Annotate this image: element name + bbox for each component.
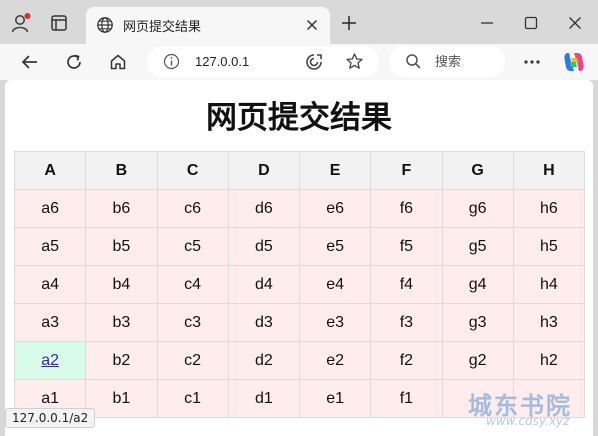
table-cell: e5 xyxy=(298,227,372,266)
table-row: a4 b4 c4 d4 e4 f4 g4 h4 xyxy=(13,265,586,304)
new-tab-icon[interactable] xyxy=(340,14,358,32)
table-cell: f3 xyxy=(370,303,443,342)
search-icon xyxy=(405,53,422,70)
table-cell: f6 xyxy=(370,189,443,228)
table-cell: g4 xyxy=(441,265,514,304)
reload-icon[interactable] xyxy=(64,52,84,72)
table-cell xyxy=(441,379,514,418)
search-input[interactable] xyxy=(435,52,495,72)
table-row: a2 b2 c2 d2 e2 f2 g2 h2 xyxy=(13,341,586,380)
table-cell: g3 xyxy=(441,303,514,342)
table-cell: e1 xyxy=(298,379,372,418)
table-cell: c4 xyxy=(156,265,229,304)
column-header: B xyxy=(85,151,158,190)
table-cell: c6 xyxy=(156,189,229,228)
table-cell: h2 xyxy=(512,341,586,380)
copilot-icon[interactable] xyxy=(562,50,586,74)
globe-icon xyxy=(96,16,114,34)
address-bar[interactable]: 127.0.0.1 xyxy=(147,46,379,77)
table-cell: d2 xyxy=(227,341,301,380)
table-row: a3 b3 c3 d3 e3 f3 g3 h3 xyxy=(13,303,586,342)
table-cell: a2 xyxy=(13,341,87,380)
column-header: C xyxy=(156,151,229,190)
table-cell: c3 xyxy=(156,303,229,342)
table-cell: d6 xyxy=(227,189,301,228)
table-row: a1 b1 c1 d1 e1 f1 xyxy=(13,379,586,418)
table-cell: g5 xyxy=(441,227,514,266)
tab-actions-icon[interactable] xyxy=(50,14,68,32)
table-cell: a4 xyxy=(13,265,87,304)
table-cell: c2 xyxy=(156,341,229,380)
status-bar: 127.0.0.1/a2 xyxy=(5,408,96,428)
table-cell: d3 xyxy=(227,303,301,342)
table-cell: a6 xyxy=(13,189,87,228)
minimize-icon[interactable] xyxy=(478,14,496,32)
star-icon[interactable] xyxy=(345,52,364,71)
maximize-icon[interactable] xyxy=(522,14,540,32)
table-row: a5 b5 c5 d5 e5 f5 g5 h5 xyxy=(13,227,586,266)
table-cell: d1 xyxy=(227,379,301,418)
column-header: G xyxy=(441,151,514,190)
column-header: H xyxy=(512,151,586,190)
table-cell: h5 xyxy=(512,227,586,266)
table-cell: c5 xyxy=(156,227,229,266)
cell-link[interactable]: a2 xyxy=(41,352,59,369)
table-cell: e4 xyxy=(298,265,372,304)
url-text[interactable]: 127.0.0.1 xyxy=(195,54,249,69)
table-cell: b1 xyxy=(85,379,158,418)
table-cell xyxy=(512,379,586,418)
tab-title: 网页提交结果 xyxy=(123,20,202,35)
more-icon[interactable] xyxy=(522,52,542,72)
table-cell: f5 xyxy=(370,227,443,266)
home-icon[interactable] xyxy=(108,52,128,72)
table-cell: e3 xyxy=(298,303,372,342)
search-box[interactable] xyxy=(389,46,505,77)
tab-bar: 网页提交结果 xyxy=(0,0,598,44)
table-cell: f2 xyxy=(370,341,443,380)
column-header: D xyxy=(227,151,301,190)
info-icon[interactable] xyxy=(163,53,180,70)
table-cell: h3 xyxy=(512,303,586,342)
active-tab[interactable]: 网页提交结果 xyxy=(86,7,330,44)
table-header-row: ABCDEFGH xyxy=(13,151,586,190)
column-header: F xyxy=(370,151,443,190)
table-cell: f4 xyxy=(370,265,443,304)
table-cell: b6 xyxy=(85,189,158,228)
table-cell: d5 xyxy=(227,227,301,266)
table-cell: h6 xyxy=(512,189,586,228)
result-table: ABCDEFGH a6 b6 c6 d6 e6 f6 g6 h6 a5 b5 c5 d5 e5 f5 g5 h… xyxy=(13,151,586,418)
table-cell: d4 xyxy=(227,265,301,304)
table-row: a6 b6 c6 d6 e6 f6 g6 h6 xyxy=(13,189,586,228)
table-cell: e6 xyxy=(298,189,372,228)
back-arrow-icon[interactable] xyxy=(20,52,40,72)
column-header: A xyxy=(13,151,87,190)
page-heading: 网页提交结果 xyxy=(206,100,392,136)
toolbar: 127.0.0.1 xyxy=(0,44,598,80)
table-cell: g6 xyxy=(441,189,514,228)
table-cell: c1 xyxy=(156,379,229,418)
column-header: E xyxy=(298,151,372,190)
table-cell: b4 xyxy=(85,265,158,304)
table-cell: e2 xyxy=(298,341,372,380)
table-cell: f1 xyxy=(370,379,443,418)
table-cell: h4 xyxy=(512,265,586,304)
table-cell: a5 xyxy=(13,227,87,266)
table-cell: g2 xyxy=(441,341,514,380)
table-cell: b5 xyxy=(85,227,158,266)
page-viewport: 网页提交结果 ABCDEFGH a6 b6 c6 d6 e6 f6 g6 h6 a5 b5 c5 d5… xyxy=(5,80,593,436)
close-window-icon[interactable] xyxy=(566,14,584,32)
table-cell: b2 xyxy=(85,341,158,380)
profile-icon[interactable] xyxy=(10,12,32,34)
table-cell: a3 xyxy=(13,303,87,342)
table-cell: b3 xyxy=(85,303,158,342)
read-aloud-icon[interactable] xyxy=(305,53,323,71)
close-tab-icon[interactable] xyxy=(304,17,320,33)
